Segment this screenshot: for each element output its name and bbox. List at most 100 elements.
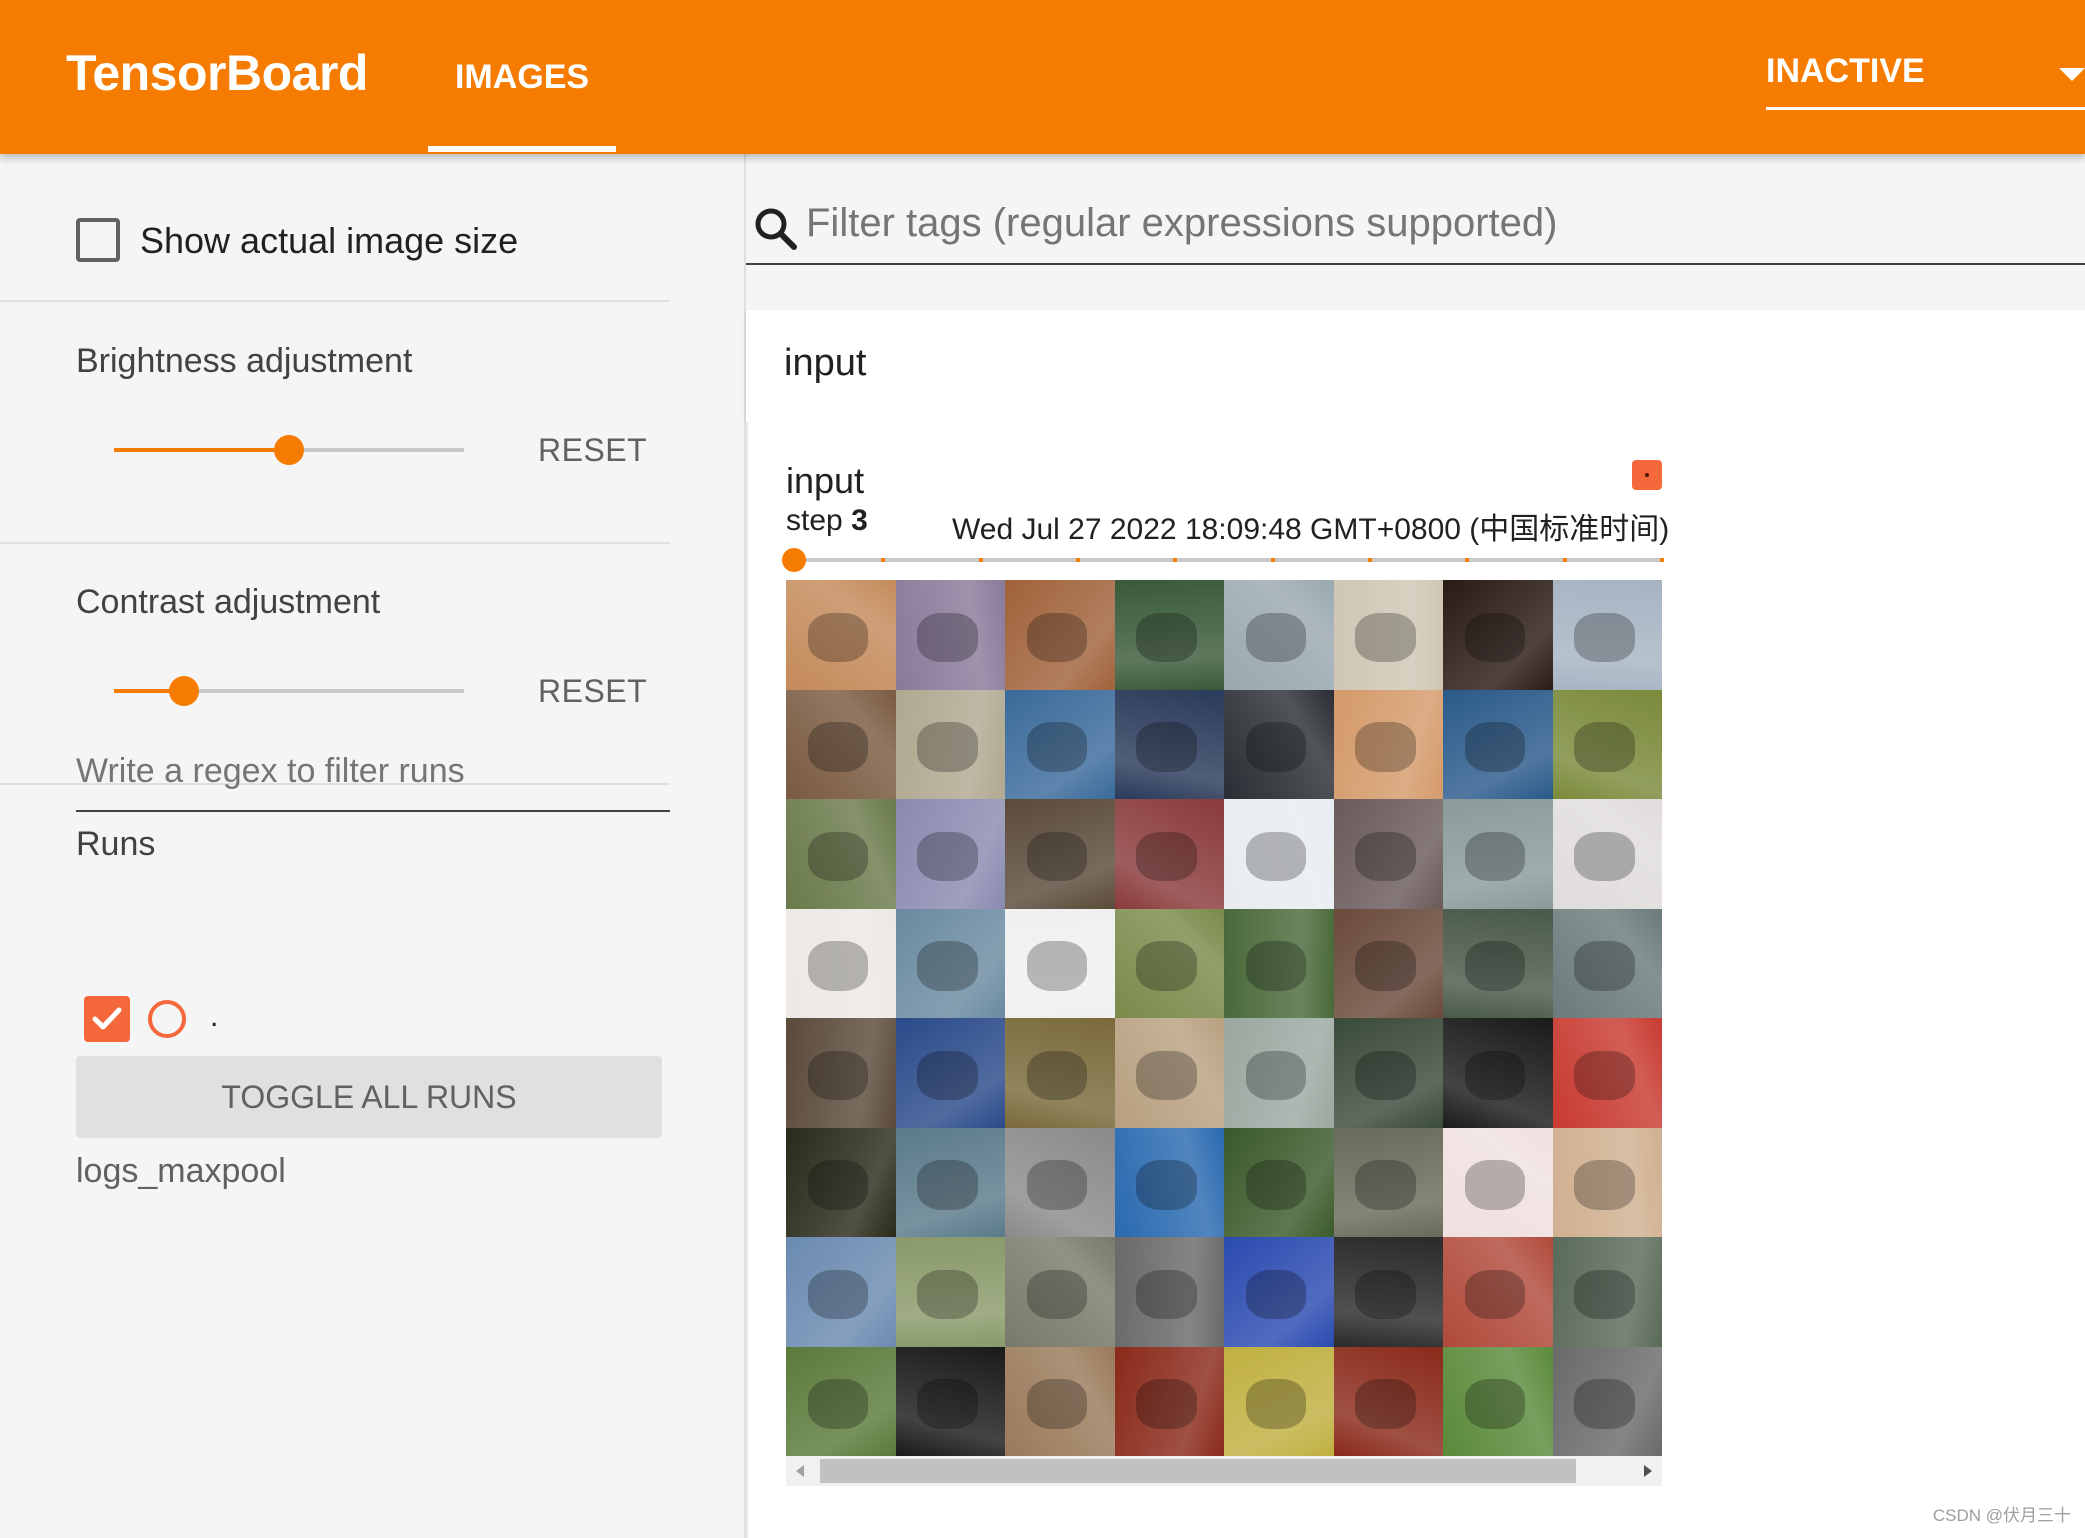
scroll-left-icon[interactable]: [796, 1465, 804, 1477]
step-tick: [1660, 558, 1664, 562]
image-grid: [786, 580, 1662, 1456]
app-brand: TensorBoard: [66, 45, 368, 101]
plugin-select-dropdown[interactable]: INACTIVE: [1766, 40, 2085, 110]
tag-filter-bar[interactable]: Filter tags (regular expressions support…: [746, 195, 2085, 265]
image-card-timestamp: Wed Jul 27 2022 18:09:48 GMT+0800 (中国标准时…: [952, 513, 1670, 546]
image-tile: [1005, 689, 1115, 799]
image-tile: [1333, 799, 1443, 909]
image-tile: [786, 580, 896, 690]
run-color-badge: [1632, 460, 1662, 490]
contrast-title: Contrast adjustment: [76, 583, 381, 621]
slider-knob[interactable]: [782, 548, 806, 572]
image-tile: [895, 799, 1005, 909]
image-tile: [1224, 799, 1334, 909]
image-tile: [1552, 689, 1662, 799]
watermark: CSDN @伏月三十: [1932, 1506, 2071, 1525]
active-tab-indicator: [428, 146, 616, 152]
step-tick: [881, 558, 886, 562]
image-tile: [1333, 1237, 1443, 1347]
image-tile: [895, 580, 1005, 690]
image-tile: [895, 908, 1005, 1018]
runs-title: Runs: [76, 825, 156, 863]
image-tile: [1114, 908, 1224, 1018]
image-tile: [1224, 1346, 1334, 1456]
image-tile: [1114, 689, 1224, 799]
run-directory-name: logs_maxpool: [76, 1152, 286, 1190]
image-tile: [1552, 1127, 1662, 1237]
image-tile: [1005, 1018, 1115, 1128]
slider-track: [786, 558, 1662, 562]
image-tile: [1443, 689, 1553, 799]
image-tile: [1224, 689, 1334, 799]
brightness-title: Brightness adjustment: [76, 342, 413, 380]
image-tile: [1552, 1237, 1662, 1347]
image-tile: [1114, 1346, 1224, 1456]
step-tick: [978, 558, 983, 562]
tab-images[interactable]: IMAGES: [428, 0, 616, 154]
scroll-right-icon[interactable]: [1644, 1465, 1652, 1477]
image-tile: [1224, 1237, 1334, 1347]
image-tile: [786, 1346, 896, 1456]
image-tile: [1005, 1346, 1115, 1456]
step-tick: [1270, 558, 1275, 562]
image-tile: [1005, 1127, 1115, 1237]
image-tile: [1552, 908, 1662, 1018]
slider-fill: [114, 448, 289, 452]
image-card-tag: input: [786, 460, 865, 501]
horizontal-scrollbar[interactable]: [786, 1456, 1662, 1486]
image-tile: [1005, 908, 1115, 1018]
image-tile: [1114, 1018, 1224, 1128]
step-tick: [1465, 558, 1470, 562]
image-tile: [1333, 580, 1443, 690]
image-tile: [1443, 580, 1553, 690]
run-radio[interactable]: [148, 1000, 186, 1038]
run-filter-input[interactable]: Write a regex to filter runs: [76, 746, 670, 812]
image-tile: [1443, 908, 1553, 1018]
image-tile: [786, 1127, 896, 1237]
step-value: 3: [851, 504, 868, 537]
image-tile: [1224, 1018, 1334, 1128]
image-tile: [786, 908, 896, 1018]
tag-group-header[interactable]: input: [746, 310, 2085, 422]
image-tile: [1224, 1127, 1334, 1237]
step-tick: [1076, 558, 1080, 562]
image-tile: [1114, 1237, 1224, 1347]
show-actual-size-checkbox[interactable]: [76, 218, 120, 262]
image-tile: [1333, 1346, 1443, 1456]
image-tile: [1114, 580, 1224, 690]
scrollbar-thumb[interactable]: [820, 1459, 1576, 1483]
image-tile: [1114, 1127, 1224, 1237]
image-tile: [1552, 1346, 1662, 1456]
image-tile: [1552, 1018, 1662, 1128]
image-tile: [895, 689, 1005, 799]
step-tick: [1368, 558, 1372, 562]
brightness-reset-button[interactable]: RESET: [538, 432, 647, 469]
plugin-select-label: INACTIVE: [1766, 52, 1925, 90]
chevron-down-icon: [2059, 68, 2085, 81]
slider-knob[interactable]: [169, 676, 199, 706]
tag-group-title: input: [784, 342, 867, 384]
show-actual-size-label: Show actual image size: [140, 220, 519, 261]
toggle-all-runs-button[interactable]: TOGGLE ALL RUNS: [76, 1056, 662, 1138]
brightness-slider[interactable]: [114, 430, 464, 470]
contrast-slider[interactable]: [114, 671, 464, 711]
image-tile: [786, 689, 896, 799]
step-tick: [1562, 558, 1567, 562]
image-tile: [1443, 1237, 1553, 1347]
step-label: step: [786, 504, 843, 537]
image-tile: [1005, 580, 1115, 690]
search-icon: [755, 208, 797, 250]
image-tile: [1443, 1018, 1553, 1128]
step-slider[interactable]: [782, 548, 1664, 572]
image-tile: [786, 1018, 896, 1128]
image-tile: [895, 1237, 1005, 1347]
image-tile: [1005, 1237, 1115, 1347]
image-tile: [1443, 1127, 1553, 1237]
image-tile: [1114, 799, 1224, 909]
check-icon: [92, 1007, 122, 1030]
slider-knob[interactable]: [274, 435, 304, 465]
run-checkbox[interactable]: [84, 996, 130, 1042]
contrast-reset-button[interactable]: RESET: [538, 673, 647, 710]
tag-filter-input[interactable]: Filter tags (regular expressions support…: [806, 201, 1557, 246]
image-tile: [895, 1346, 1005, 1456]
